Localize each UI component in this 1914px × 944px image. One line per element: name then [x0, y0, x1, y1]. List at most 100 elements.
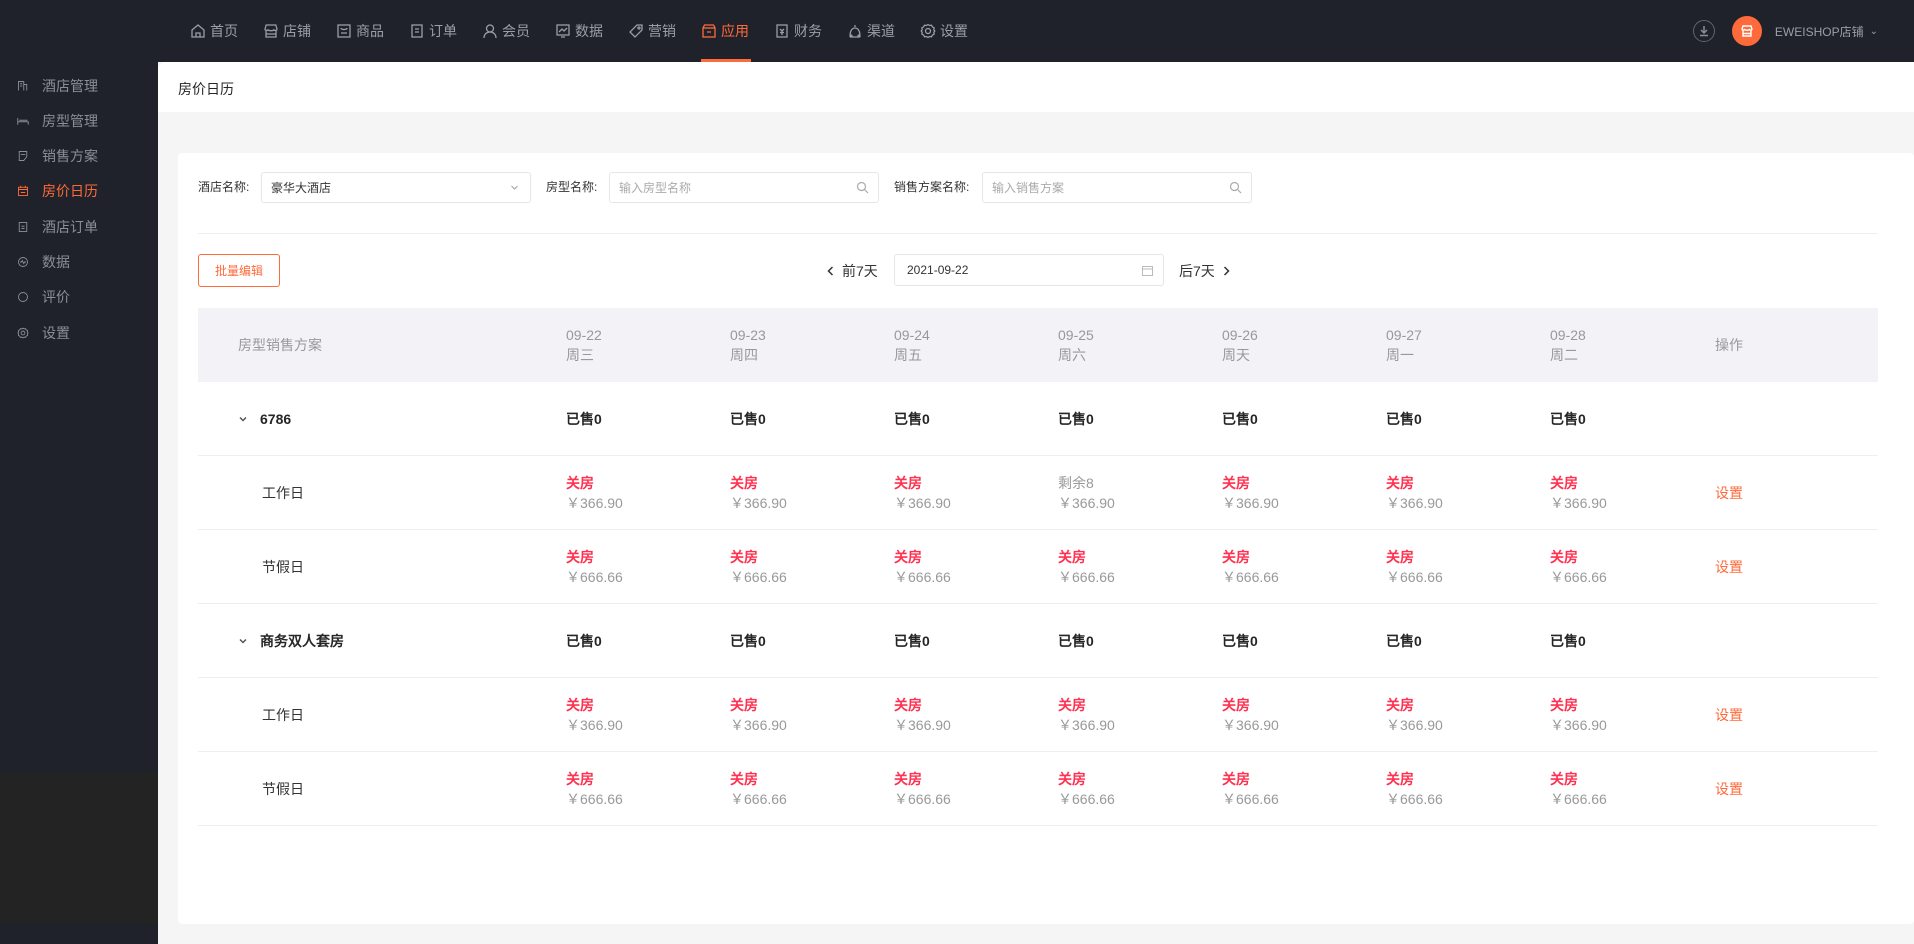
comment-icon — [18, 292, 28, 303]
filter-divider — [198, 233, 1878, 234]
shop-name[interactable]: EWEISHOP店铺 — [1775, 23, 1864, 40]
sidebar-item-4[interactable]: 酒店订单 — [0, 209, 158, 244]
price-cell[interactable]: 关房 ￥366.90 — [1222, 678, 1279, 752]
price-cell[interactable]: 关房 ￥666.66 — [1222, 530, 1279, 604]
next-week-button[interactable]: 后7天 — [1179, 261, 1231, 281]
op-cell: 设置 — [1715, 752, 1743, 826]
settings-link[interactable]: 设置 — [1715, 705, 1743, 725]
settings-link[interactable]: 设置 — [1715, 483, 1743, 503]
topnav-item-0[interactable]: 首页 — [188, 0, 251, 62]
price-cell[interactable]: 关房 ￥666.66 — [730, 752, 787, 826]
price-cell[interactable]: 关房 ￥366.90 — [1386, 456, 1443, 530]
chevron-down-icon[interactable] — [238, 414, 248, 424]
sidebar-item-label: 评价 — [42, 289, 70, 306]
price-cell[interactable]: 关房 ￥666.66 — [1386, 752, 1443, 826]
price-cell[interactable]: 关房 ￥666.66 — [1550, 530, 1607, 604]
sidebar-item-5[interactable]: 数据 — [0, 245, 158, 280]
sidebar-item-0[interactable]: 酒店管理 — [0, 68, 158, 103]
room-price: ￥366.90 — [894, 717, 951, 733]
topnav-item-4[interactable]: 会员 — [480, 0, 543, 62]
topnav-item-5[interactable]: 数据 — [553, 0, 616, 62]
header-weekday: 周一 — [1386, 347, 1414, 363]
price-cell[interactable]: 关房 ￥666.66 — [1550, 752, 1607, 826]
room-status: 关房 — [566, 697, 594, 713]
room-status: 关房 — [894, 475, 922, 491]
room-status: 关房 — [566, 549, 594, 565]
chevron-left-icon — [827, 266, 834, 276]
topnav-item-9[interactable]: 渠道 — [845, 0, 908, 62]
batch-edit-button[interactable]: 批量编辑 — [198, 254, 280, 287]
price-cell[interactable]: 关房 ￥366.90 — [1386, 678, 1443, 752]
topnav-item-1[interactable]: 店铺 — [261, 0, 324, 62]
topnav-item-7[interactable]: 应用 — [699, 0, 762, 62]
sidebar-item-6[interactable]: 评价 — [0, 280, 158, 315]
price-cell[interactable]: 剩余8 ￥366.90 — [1058, 456, 1115, 530]
price-cell[interactable]: 关房 ￥366.90 — [566, 678, 623, 752]
prev-week-button[interactable]: 前7天 — [826, 261, 878, 281]
price-cell[interactable]: 关房 ￥666.66 — [894, 752, 951, 826]
room-price: ￥366.90 — [1550, 717, 1607, 733]
room-name-input[interactable]: 输入房型名称 — [609, 172, 879, 203]
plan-name-input[interactable]: 输入销售方案 — [982, 172, 1252, 203]
price-cell[interactable]: 关房 ￥666.66 — [1058, 752, 1115, 826]
sidebar-item-7[interactable]: 设置 — [0, 315, 158, 350]
sold-cell: 已售0 — [894, 382, 930, 456]
shop-avatar[interactable] — [1731, 16, 1762, 46]
topnav-item-10[interactable]: 设置 — [918, 0, 981, 62]
plan-name: 节假日 — [262, 781, 304, 797]
price-cell[interactable]: 关房 ￥366.90 — [730, 456, 787, 530]
settings-link[interactable]: 设置 — [1715, 557, 1743, 577]
hotel-name-label: 酒店名称: — [198, 180, 250, 194]
top-nav: 首页 店铺 商品 订单 会员 数据 营销 应用 财务 渠道 设置 — [188, 0, 991, 62]
price-cell[interactable]: 关房 ￥666.66 — [566, 752, 623, 826]
price-cell[interactable]: 关房 ￥666.66 — [894, 530, 951, 604]
op-cell: 设置 — [1715, 678, 1743, 752]
price-cell[interactable]: 关房 ￥666.66 — [730, 530, 787, 604]
sold-count: 已售0 — [566, 411, 602, 427]
price-cell[interactable]: 关房 ￥366.90 — [894, 678, 951, 752]
price-cell[interactable]: 关房 ￥366.90 — [1058, 678, 1115, 752]
search-icon[interactable] — [856, 181, 869, 194]
price-cell[interactable]: 关房 ￥366.90 — [1550, 678, 1607, 752]
topnav-item-3[interactable]: 订单 — [407, 0, 470, 62]
topnav-item-2[interactable]: 商品 — [334, 0, 397, 62]
price-cell[interactable]: 关房 ￥366.90 — [894, 456, 951, 530]
sold-cell: 已售0 — [566, 382, 602, 456]
sidebar-item-label: 酒店管理 — [42, 77, 98, 94]
page-title: 房价日历 — [178, 81, 234, 97]
calendar-icon — [18, 186, 28, 197]
header-weekday: 周六 — [1058, 347, 1086, 363]
price-cell[interactable]: 关房 ￥666.66 — [1222, 752, 1279, 826]
finance-icon — [776, 24, 788, 38]
sold-cell: 已售0 — [1550, 604, 1586, 678]
chevron-down-icon[interactable] — [238, 636, 248, 646]
date-picker[interactable]: 2021-09-22 — [894, 254, 1164, 286]
room-status: 关房 — [894, 771, 922, 787]
header-date: 09-28 — [1550, 327, 1586, 343]
hotel-select[interactable]: 豪华大酒店 — [261, 172, 531, 203]
price-cell[interactable]: 关房 ￥366.90 — [1550, 456, 1607, 530]
price-cell[interactable]: 关房 ￥366.90 — [1222, 456, 1279, 530]
plan-row: 节假日 关房 ￥666.66 关房 ￥666.66 关房 ￥666.66 关房 … — [198, 752, 1878, 826]
sold-count: 已售0 — [1386, 633, 1422, 649]
plan-row: 工作日 关房 ￥366.90 关房 ￥366.90 关房 ￥366.90 关房 … — [198, 678, 1878, 752]
price-cell[interactable]: 关房 ￥666.66 — [1058, 530, 1115, 604]
search-icon[interactable] — [1229, 181, 1242, 194]
sidebar-item-label: 酒店订单 — [42, 218, 98, 235]
room-status: 关房 — [566, 771, 594, 787]
price-cell[interactable]: 关房 ￥366.90 — [566, 456, 623, 530]
chevron-down-icon[interactable]: ⌄ — [1870, 26, 1878, 37]
price-cell[interactable]: 关房 ￥666.66 — [1386, 530, 1443, 604]
download-icon[interactable] — [1692, 20, 1715, 42]
topnav-item-8[interactable]: 财务 — [772, 0, 835, 62]
sidebar-item-3[interactable]: 房价日历 — [0, 174, 158, 209]
topnav-item-6[interactable]: 营销 — [626, 0, 689, 62]
sidebar-item-1[interactable]: 房型管理 — [0, 103, 158, 138]
room-status: 关房 — [1058, 697, 1086, 713]
price-cell[interactable]: 关房 ￥366.90 — [730, 678, 787, 752]
sidebar-item-2[interactable]: 销售方案 — [0, 139, 158, 174]
settings-link[interactable]: 设置 — [1715, 779, 1743, 799]
price-cell[interactable]: 关房 ￥666.66 — [566, 530, 623, 604]
sold-cell: 已售0 — [894, 604, 930, 678]
room-price: ￥666.66 — [730, 791, 787, 807]
